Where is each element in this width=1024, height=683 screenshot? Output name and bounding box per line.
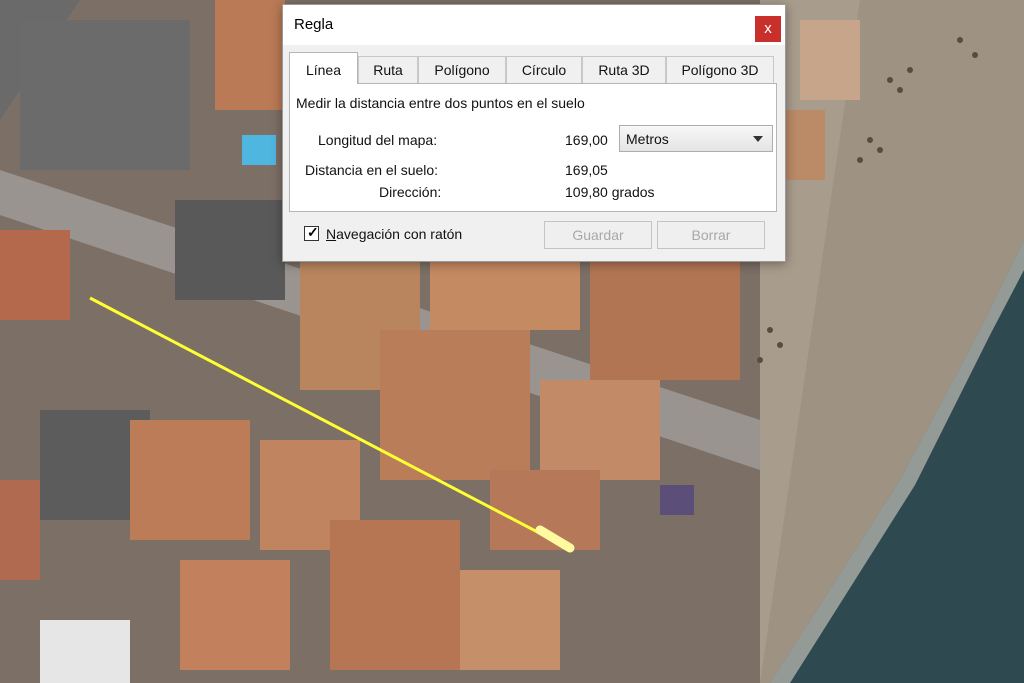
beach-structure bbox=[660, 485, 694, 515]
tab-path[interactable]: Ruta bbox=[358, 56, 418, 83]
dialog-titlebar[interactable]: Regla x bbox=[283, 5, 785, 45]
block-roof bbox=[0, 230, 70, 320]
block-roof bbox=[40, 620, 130, 683]
ground-distance-value: 169,05 bbox=[565, 162, 608, 178]
mouse-navigation-checkbox[interactable]: ✓ bbox=[304, 224, 319, 241]
tab-3d-polygon[interactable]: Polígono 3D bbox=[666, 56, 774, 83]
swimming-pool bbox=[242, 135, 276, 165]
tab-bar: Línea Ruta Polígono Círculo Ruta 3D Polí… bbox=[289, 52, 777, 84]
tab-3d-path[interactable]: Ruta 3D bbox=[582, 56, 666, 83]
chevron-down-icon bbox=[753, 136, 763, 142]
unit-selected-value: Metros bbox=[626, 131, 669, 147]
block-roof bbox=[590, 250, 740, 380]
checkmark-icon: ✓ bbox=[307, 224, 319, 240]
block-roof bbox=[785, 110, 825, 180]
map-length-label: Longitud del mapa: bbox=[318, 132, 438, 148]
block-roof bbox=[180, 560, 290, 670]
mouse-navigation-label: Navegación con ratón bbox=[326, 226, 462, 242]
block-roof bbox=[0, 480, 40, 580]
line-tab-panel: Medir la distancia entre dos puntos en e… bbox=[289, 83, 777, 212]
block-roof bbox=[380, 330, 530, 480]
block-roof bbox=[460, 570, 560, 670]
tab-line[interactable]: Línea bbox=[289, 52, 358, 84]
tab-polygon[interactable]: Polígono bbox=[418, 56, 506, 83]
save-button[interactable]: Guardar bbox=[544, 221, 652, 249]
heading-label: Dirección: bbox=[379, 184, 442, 200]
unit-dropdown[interactable]: Metros bbox=[619, 125, 773, 152]
ruler-dialog: Regla x Línea Ruta Polígono Círculo Ruta… bbox=[282, 4, 786, 262]
heading-value: 109,80 grados bbox=[565, 184, 655, 200]
tab-circle[interactable]: Círculo bbox=[506, 56, 582, 83]
block-roof bbox=[20, 20, 190, 170]
tab-description: Medir la distancia entre dos puntos en e… bbox=[296, 95, 585, 111]
close-button[interactable]: x bbox=[755, 16, 781, 42]
block-roof bbox=[800, 20, 860, 100]
map-length-value: 169,00 bbox=[565, 132, 608, 148]
ground-distance-label: Distancia en el suelo: bbox=[305, 162, 439, 178]
close-icon: x bbox=[764, 20, 772, 37]
block-roof bbox=[330, 520, 460, 670]
clear-button[interactable]: Borrar bbox=[657, 221, 765, 249]
block-roof bbox=[175, 200, 285, 300]
block-roof bbox=[215, 0, 285, 110]
block-roof bbox=[540, 380, 660, 480]
mouse-navigation-label-text: avegación con ratón bbox=[336, 226, 463, 242]
dialog-title: Regla bbox=[294, 16, 334, 33]
mnemonic-letter: N bbox=[326, 226, 337, 242]
block-roof bbox=[430, 250, 580, 330]
block-roof bbox=[130, 420, 250, 540]
